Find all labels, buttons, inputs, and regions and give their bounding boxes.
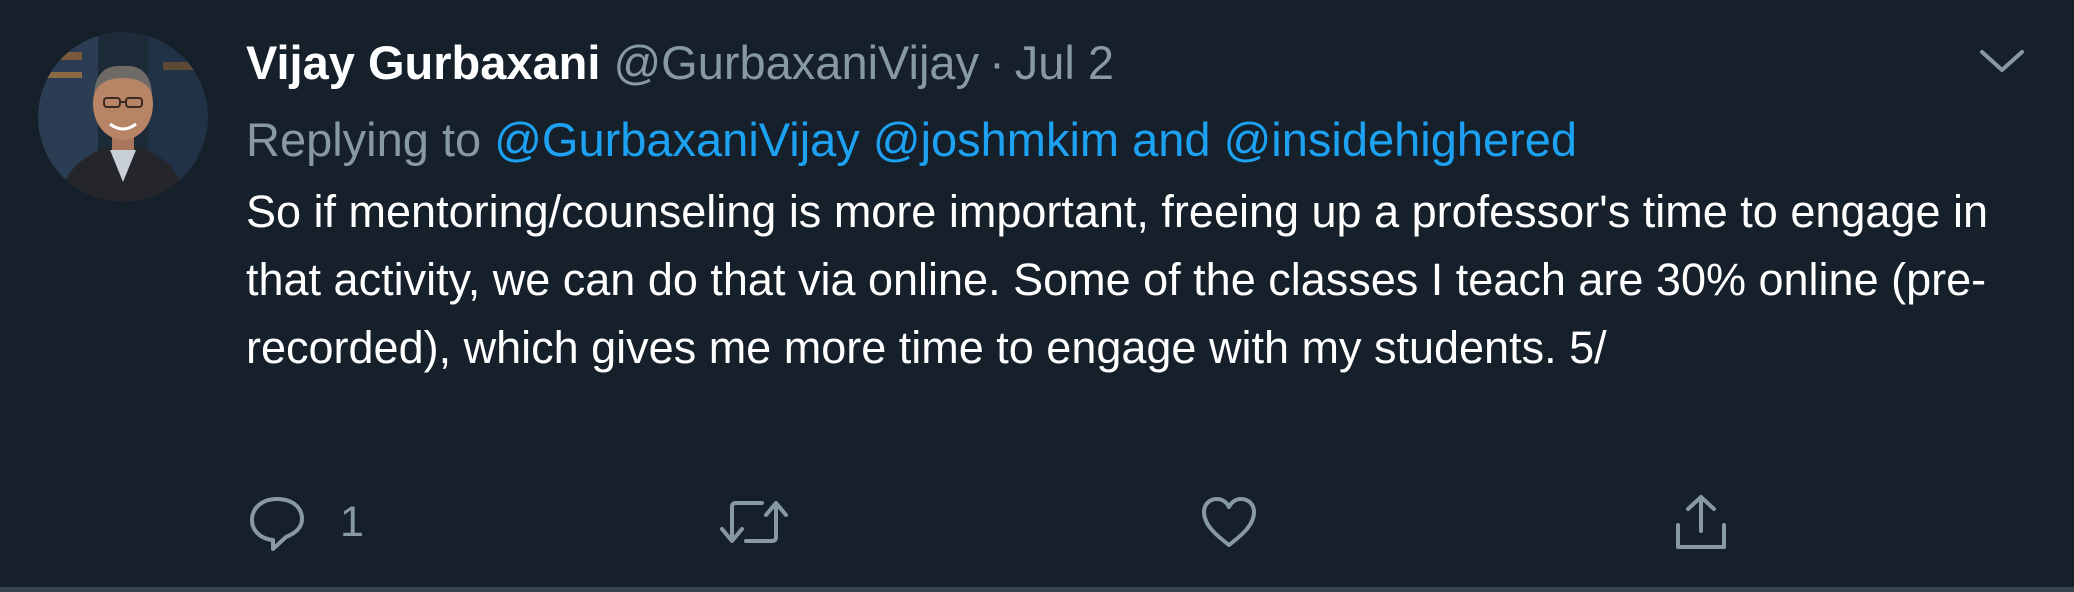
mention-gurbaxanivijay[interactable]: @GurbaxaniVijay bbox=[494, 113, 860, 166]
retweet-button[interactable] bbox=[718, 490, 790, 554]
author-name[interactable]: Vijay Gurbaxani bbox=[246, 36, 600, 89]
tweet-text: So if mentoring/counseling is more impor… bbox=[246, 186, 1989, 373]
tweet-header: Vijay Gurbaxani @GurbaxaniVijay · Jul 2 bbox=[246, 34, 2006, 92]
tweet-date[interactable]: Jul 2 bbox=[1015, 36, 1114, 89]
like-icon bbox=[1202, 497, 1256, 547]
mention-joshmkim[interactable]: @joshmkim bbox=[873, 113, 1119, 166]
retweet-icon bbox=[720, 501, 788, 543]
chevron-down-icon[interactable] bbox=[1976, 44, 2028, 80]
tweet-content: Vijay Gurbaxani @GurbaxaniVijay · Jul 2 Re… bbox=[246, 34, 2006, 382]
author-handle[interactable]: @GurbaxaniVijay bbox=[613, 36, 979, 89]
share-icon bbox=[1676, 495, 1726, 549]
like-button[interactable] bbox=[1198, 490, 1260, 554]
mention-insidehighered[interactable]: @insidehighered bbox=[1224, 113, 1577, 166]
reply-button[interactable]: 1 bbox=[246, 490, 364, 554]
reply-count: 1 bbox=[340, 497, 364, 546]
avatar[interactable] bbox=[38, 32, 208, 202]
separator-dot: · bbox=[989, 36, 1005, 89]
share-button[interactable] bbox=[1670, 490, 1732, 554]
reply-icon bbox=[250, 497, 304, 551]
mention-conjunction: and bbox=[1132, 113, 1211, 166]
replying-to-prefix: Replying to bbox=[246, 113, 482, 166]
tweet[interactable]: Vijay Gurbaxani @GurbaxaniVijay · Jul 2 Re… bbox=[0, 0, 2074, 592]
replying-to: Replying to @GurbaxaniVijay @joshmkim an… bbox=[246, 110, 2006, 170]
